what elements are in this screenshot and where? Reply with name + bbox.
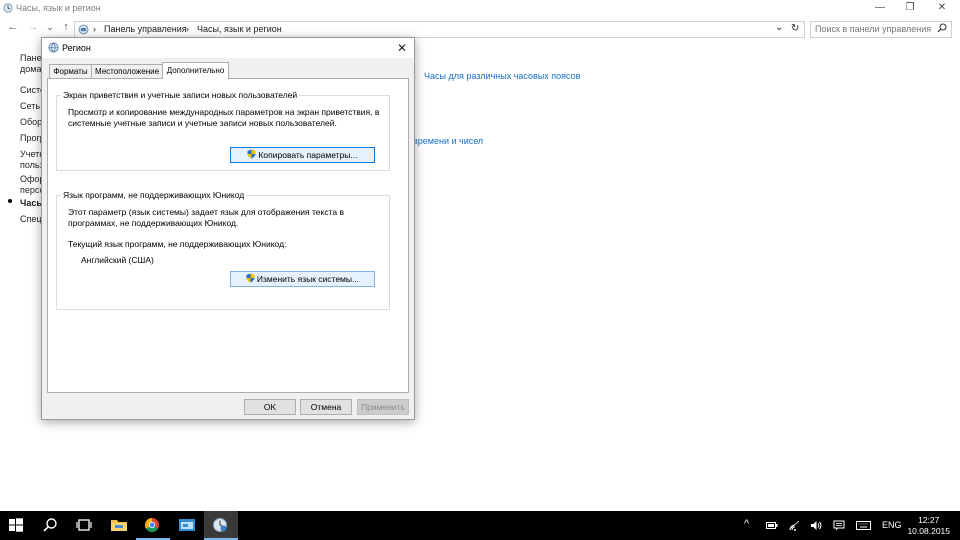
clock-time: 12:27	[918, 515, 940, 525]
battery-icon[interactable]	[766, 521, 778, 530]
non-unicode-group-title: Язык программ, не поддерживающих Юникод	[61, 190, 247, 200]
folder-icon	[111, 520, 127, 531]
current-language-value: Английский (США)	[81, 255, 154, 265]
tab-formats[interactable]: Форматы	[49, 64, 92, 78]
task-view-icon	[76, 519, 92, 531]
link-time-numbers[interactable]: времени и чисел	[413, 136, 483, 146]
forward-arrow-icon[interactable]: →	[26, 20, 40, 34]
notifications-icon[interactable]	[833, 520, 845, 531]
input-language-indicator[interactable]: ENG	[882, 520, 902, 530]
address-dropdown-icon[interactable]: ⌄	[775, 22, 783, 33]
chrome-icon	[145, 518, 159, 532]
refresh-icon[interactable]: ↻	[791, 23, 799, 34]
up-arrow-icon[interactable]: ↑	[59, 20, 73, 34]
breadcrumb-control-panel[interactable]: Панель управления	[104, 24, 187, 34]
ok-button[interactable]: OK	[244, 399, 296, 415]
address-bar[interactable]: › Панель управления › Часы, язык и регио…	[74, 21, 805, 38]
globe-icon	[48, 42, 59, 53]
breadcrumb-clock-region[interactable]: Часы, язык и регион	[197, 24, 282, 34]
search-input[interactable]	[815, 23, 933, 35]
main-window-titlebar: Часы, язык и регион — ❐ ✕	[0, 0, 960, 16]
task-view-button[interactable]	[68, 511, 102, 540]
breadcrumb-separator: ›	[186, 24, 189, 34]
file-explorer-button[interactable]	[102, 511, 136, 540]
non-unicode-text-line2: программах, не поддерживающих Юникод.	[68, 218, 239, 228]
welcome-screen-group: Экран приветствия и учетные записи новых…	[56, 90, 390, 171]
clock-region-icon	[213, 518, 227, 532]
search-box[interactable]	[810, 21, 952, 38]
app-window-button[interactable]	[170, 511, 204, 540]
current-section-bullet	[8, 199, 12, 203]
cancel-button[interactable]: Отмена	[300, 399, 352, 415]
tab-panel-administrative: Экран приветствия и учетные записи новых…	[47, 78, 409, 393]
back-arrow-icon[interactable]: ←	[6, 20, 20, 34]
tray-overflow-chevron[interactable]: ^	[744, 518, 749, 530]
breadcrumb-separator: ›	[93, 24, 96, 34]
tab-administrative[interactable]: Дополнительно	[162, 62, 229, 79]
copy-settings-label: Копировать параметры...	[258, 150, 358, 160]
close-window-button[interactable]: ✕	[928, 0, 956, 16]
volume-icon[interactable]	[810, 520, 822, 531]
keyboard-icon[interactable]	[856, 521, 871, 530]
dialog-titlebar: Регион ✕	[42, 38, 414, 58]
uac-shield-icon	[246, 273, 255, 283]
chrome-button[interactable]	[136, 511, 170, 540]
non-unicode-group: Язык программ, не поддерживающих Юникод …	[56, 190, 390, 310]
change-system-locale-button[interactable]: Изменить язык системы...	[230, 271, 375, 287]
minimize-button[interactable]: —	[866, 0, 894, 16]
main-window-title: Часы, язык и регион	[16, 3, 101, 13]
taskbar-search-button[interactable]	[34, 511, 68, 540]
clock-date: 10.08.2015	[907, 526, 950, 536]
restore-button[interactable]: ❐	[896, 0, 924, 16]
region-dialog: Регион ✕ Форматы Местоположение Дополнит…	[41, 37, 415, 420]
non-unicode-text-line1: Этот параметр (язык системы) задает язык…	[68, 207, 344, 217]
search-icon[interactable]	[937, 23, 947, 33]
current-language-label: Текущий язык программ, не поддерживающих…	[68, 239, 287, 249]
tab-location[interactable]: Местоположение	[91, 64, 163, 78]
apply-button[interactable]: Применить	[357, 399, 409, 415]
search-icon	[43, 518, 57, 532]
window-app-icon	[179, 519, 195, 531]
welcome-text-line1: Просмотр и копирование международных пар…	[68, 107, 380, 117]
change-system-locale-label: Изменить язык системы...	[256, 274, 360, 284]
start-button[interactable]	[0, 511, 34, 540]
taskbar: ^ ENG 12:27 10.08.2015	[0, 511, 960, 540]
clock-region-app-icon	[3, 3, 13, 13]
dialog-close-button[interactable]: ✕	[394, 40, 410, 56]
clock[interactable]: 12:27 10.08.2015	[907, 515, 950, 537]
uac-shield-icon	[247, 149, 256, 159]
wifi-icon[interactable]	[789, 520, 801, 531]
dialog-title: Регион	[62, 43, 91, 53]
recent-locations-icon[interactable]: ⌄	[43, 20, 57, 34]
welcome-text-line2: системные учетные записи и учетные запис…	[68, 118, 337, 128]
link-time-zones[interactable]: Часы для различных часовых поясов	[424, 71, 580, 81]
welcome-group-title: Экран приветствия и учетные записи новых…	[61, 90, 300, 100]
copy-settings-button[interactable]: Копировать параметры...	[230, 147, 375, 163]
control-panel-icon	[78, 24, 89, 35]
control-panel-taskbar-button[interactable]	[204, 511, 238, 540]
windows-logo-icon	[9, 518, 23, 532]
